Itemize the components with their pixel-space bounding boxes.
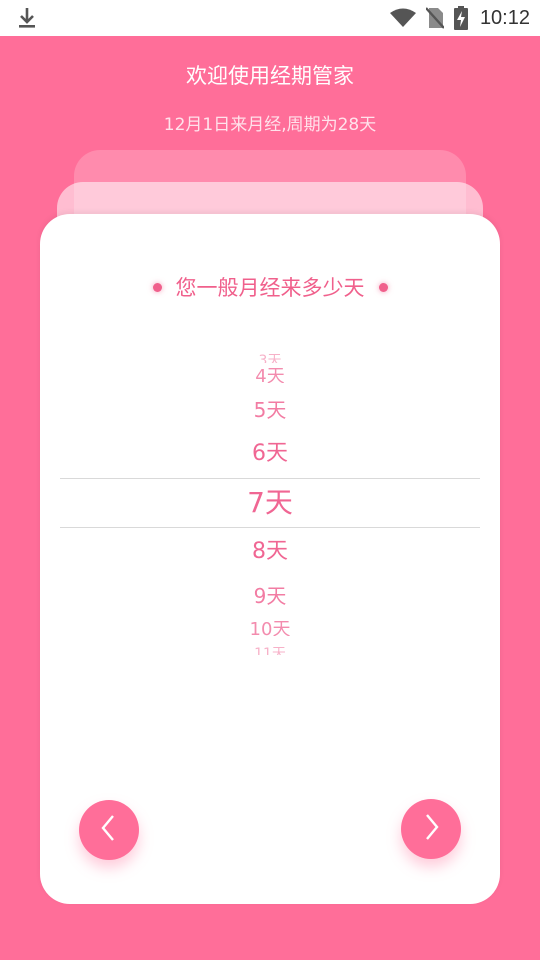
picker-item[interactable]: 9天 — [60, 586, 480, 606]
picker-item[interactable]: 8天 — [60, 541, 480, 563]
prev-button[interactable] — [79, 800, 139, 860]
question-text: 您一般月经来多少天 — [175, 276, 365, 300]
chevron-left-icon — [98, 813, 120, 847]
no-sim-icon — [425, 7, 454, 29]
picker-item-selected[interactable]: 7天 — [60, 489, 480, 517]
decor-dot-right — [378, 282, 388, 292]
page-title: 欢迎使用经期管家 — [186, 64, 354, 88]
picker-selection-line-top — [60, 478, 480, 479]
days-picker[interactable]: 3天 4天 5天 6天 7天 8天 9天 10天 11天 — [60, 344, 480, 664]
status-bar: 10:12 — [0, 0, 540, 36]
download-icon — [16, 6, 38, 34]
picker-item[interactable]: 3天 — [60, 354, 480, 363]
wifi-icon — [389, 8, 426, 28]
picker-item[interactable]: 11天 — [60, 647, 480, 655]
next-button[interactable] — [401, 799, 461, 859]
page-subtitle: 12月1日来月经,周期为28天 — [163, 115, 377, 135]
battery-charging-icon — [453, 6, 478, 30]
picker-item[interactable]: 4天 — [60, 368, 480, 383]
decor-dot-left — [152, 282, 162, 292]
picker-selection-line-bottom — [60, 527, 480, 528]
picker-item[interactable]: 5天 — [60, 400, 480, 420]
picker-item[interactable]: 10天 — [60, 621, 480, 636]
picker-item[interactable]: 6天 — [60, 443, 480, 465]
chevron-right-icon — [420, 812, 442, 846]
status-time: 10:12 — [479, 6, 530, 29]
question-heading: 您一般月经来多少天 — [40, 272, 500, 302]
question-card: 您一般月经来多少天 3天 4天 5天 6天 7天 8天 9天 10天 11天 — [40, 214, 500, 904]
